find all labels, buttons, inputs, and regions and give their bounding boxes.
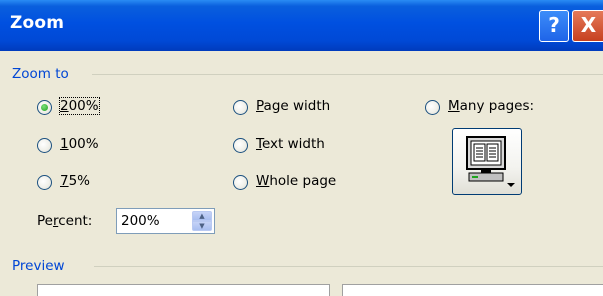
many-pages-button[interactable] — [452, 128, 522, 195]
close-icon: X — [580, 13, 597, 37]
radio-75[interactable] — [37, 175, 52, 190]
radio-checked-dot — [41, 104, 48, 111]
arrow-up-icon: ▲ — [199, 212, 205, 220]
title-bar[interactable]: Zoom ? X — [0, 0, 603, 51]
radio-page-width[interactable] — [233, 100, 248, 115]
preview-pane-left — [37, 284, 330, 296]
radio-whole-page[interactable] — [233, 175, 248, 190]
option-75-label[interactable]: 75% — [60, 173, 90, 189]
option-many-pages-label[interactable]: Many pages: — [448, 98, 534, 114]
zoom-to-group-label: Zoom to — [12, 66, 69, 82]
option-200-label[interactable]: 200% — [59, 97, 100, 115]
help-icon: ? — [548, 13, 560, 37]
spin-up-button[interactable]: ▲ — [192, 211, 212, 221]
preview-pane-right — [342, 284, 603, 296]
option-page-width-label[interactable]: Page width — [256, 98, 330, 114]
percent-value[interactable]: 200% — [121, 213, 160, 229]
monitor-pages-icon — [466, 136, 515, 187]
percent-spinner[interactable]: 200% ▲ ▼ — [116, 208, 215, 234]
zoom-dialog: Zoom ? X Zoom to 200% 100% 75% Page widt… — [0, 0, 603, 296]
close-button[interactable]: X — [572, 10, 603, 42]
option-whole-page-label[interactable]: Whole page — [256, 173, 336, 189]
preview-divider — [94, 266, 603, 267]
percent-label: Percent: — [37, 213, 93, 229]
zoom-to-divider — [92, 74, 603, 75]
radio-many-pages[interactable] — [425, 100, 440, 115]
dialog-title: Zoom — [10, 13, 65, 33]
radio-100[interactable] — [37, 138, 52, 153]
radio-200[interactable] — [37, 100, 52, 115]
spin-down-button[interactable]: ▼ — [192, 221, 212, 231]
option-100-label[interactable]: 100% — [60, 136, 99, 152]
help-button[interactable]: ? — [539, 10, 569, 42]
option-text-width-label[interactable]: Text width — [256, 136, 325, 152]
radio-text-width[interactable] — [233, 138, 248, 153]
preview-group-label: Preview — [12, 258, 65, 274]
arrow-down-icon: ▼ — [199, 222, 205, 230]
spinner-buttons: ▲ ▼ — [192, 211, 212, 231]
